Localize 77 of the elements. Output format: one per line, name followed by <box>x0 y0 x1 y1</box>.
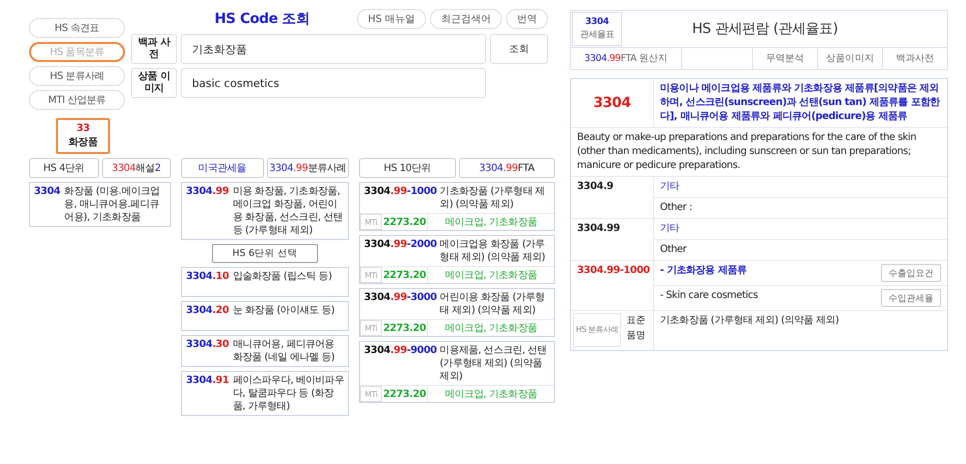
tariff-title: HS 관세편람 (관세율표) <box>691 20 839 39</box>
field-label: 백과 사전 <box>131 34 177 64</box>
hs-code: 3304.99 <box>186 185 229 199</box>
code-item[interactable]: 3304.30 매니큐어용, 페디큐어용 화장품 (네일 에나멜 등) <box>181 335 349 367</box>
mti-category: 메이크업, 기초화장품 <box>444 388 538 402</box>
mti-category: 메이크업, 기초화장품 <box>444 322 538 336</box>
code-description: 어린이용 화장품 (가루형태 제외) (의약품 제외) <box>440 291 546 317</box>
select-button[interactable]: HS 6단위 선택 <box>212 244 318 263</box>
code-description: 화장품 (미용.메이크업용, 매니큐어용.페디큐어용), 기초화장품 <box>64 185 161 224</box>
standard-name-label: 표준품명 <box>625 314 647 343</box>
code-description: 눈 화장품 (아이섀도 등) <box>232 304 334 318</box>
code-item[interactable]: 3304.99 미용 화장품, 기초화장품, 메이크업 화장품, 어린이용 화장품, 선스크린, 선탠 등 (가루형태 제외) <box>181 182 349 240</box>
hs-code: 3304.99-2000 <box>364 238 437 252</box>
column-tab[interactable]: 3304.99분류사례 <box>266 158 349 178</box>
mti-code: 2273.20 <box>382 320 428 336</box>
nav-tab[interactable]: HS 속견표 <box>29 18 125 38</box>
column-tab[interactable]: HS 10단위 <box>359 158 456 178</box>
code-description: 기초화장품 (가루형태 제외) (의약품 제외) <box>440 185 546 211</box>
korean-description: - 기초화장용 제품류 <box>660 264 747 278</box>
column-tab[interactable]: 3304해설2 <box>102 158 171 178</box>
hs-code: 3304.20 <box>186 304 229 318</box>
mti-code: 2273.20 <box>382 214 428 230</box>
tariff-code-box[interactable]: 3304 관세율표 <box>572 12 622 46</box>
nav-tab[interactable]: HS 분류사례 <box>29 66 125 86</box>
search-field[interactable]: 기초화장품 <box>181 34 486 64</box>
tariff-tab[interactable]: 백과사전 <box>882 48 947 69</box>
english-description: Other : <box>660 201 692 215</box>
heading-code: 3304 <box>593 96 631 110</box>
search-button[interactable]: 조회 <box>490 34 548 64</box>
korean-description: 미용이나 메이크업용 제품류와 기초화장용 제품류[의약품은 제외하며, 선스크린(sunscreen)과 선탠(sun tan) 제품류를 포함한다], 매니큐어용 제품류와 페디큐어(pedicure)용 제품류 <box>660 82 941 124</box>
header-button[interactable]: 최근검색어 <box>430 9 502 29</box>
hs-code: 3304.91 <box>186 374 229 388</box>
header-button[interactable]: 번역 <box>506 9 548 29</box>
column-tab[interactable]: 3304.99FTA <box>458 158 555 178</box>
subheading-code: 3304.99 <box>577 222 620 236</box>
chapter-badge[interactable]: 33 화장품 <box>56 118 110 154</box>
code-item[interactable]: 3304 화장품 (미용.메이크업용, 매니큐어용.페디큐어용), 기초화장품 <box>29 182 171 227</box>
english-description: Beauty or make-up preparations and preparations for the care of the skin (other than medicaments), including sunscreen or sun tan preparations; manicure or pedicure preparations. <box>577 131 918 173</box>
code-description: 페이스파우다, 베이비파우다, 탈쿰파우다 등 (화장품, 가루형태) <box>232 374 344 413</box>
hs-code: 3304 <box>34 185 60 199</box>
code-description: 입술화장품 (립스틱 등) <box>232 270 332 284</box>
hs-code: 3304.99-3000 <box>364 291 437 305</box>
mti-code: 2273.20 <box>382 386 428 402</box>
fta-tab[interactable]: 3304.99FTA 원산지 <box>571 48 681 69</box>
page-title: HS Code 조회 <box>213 10 310 28</box>
search-field[interactable]: basic cosmetics <box>181 68 486 98</box>
code-item[interactable]: 3304.10 입술화장품 (립스틱 등) <box>181 267 349 297</box>
tariff-tab[interactable]: 무역분석 <box>752 48 817 69</box>
hs-code: 3304.10 <box>186 270 229 284</box>
hs-code: 3304.99-9000 <box>364 344 437 358</box>
column-tab[interactable]: 미국관세율 <box>181 158 264 178</box>
code-description: 미용 화장품, 기초화장품, 메이크업 화장품, 어린이용 화장품, 선스크린, 선탠 등 (가루형태 제외) <box>232 185 344 237</box>
tariff-tab[interactable]: 상품이미지 <box>817 48 882 69</box>
column-tab[interactable]: HS 4단위 <box>29 158 98 178</box>
korean-description: 기타 <box>660 222 680 236</box>
code-item[interactable]: 3304.91 페이스파우다, 베이비파우다, 탈쿰파우다 등 (화장품, 가루형태) <box>181 371 349 416</box>
duty-button[interactable]: 수입관세율 <box>881 289 941 307</box>
mti-code: 2273.20 <box>382 267 428 283</box>
requirement-button[interactable]: 수출입요건 <box>881 264 941 282</box>
code-description: 메이크업용 화장품 (가루형태 제외) (의약품 제외) <box>440 238 546 264</box>
cases-button[interactable]: HS 분류사례 <box>573 313 621 347</box>
mti-category: 메이크업, 기초화장품 <box>444 269 538 283</box>
header-button[interactable]: HS 매뉴얼 <box>356 9 426 29</box>
code-item[interactable]: 3304.20 눈 화장품 (아이섀도 등) <box>181 301 349 331</box>
english-description: - Skin care cosmetics <box>660 289 758 303</box>
code-description: 매니큐어용, 페디큐어용 화장품 (네일 에나멜 등) <box>232 338 336 364</box>
subheading-code: 3304.9 <box>577 180 614 194</box>
hs-code: 3304.99-1000 <box>364 185 437 199</box>
field-label: 상품 이미지 <box>131 68 177 98</box>
korean-description: 기타 <box>660 180 680 194</box>
code-description: 미용제품, 선스크린, 선탠 (가루형태 제외) (의약품 제외) <box>440 344 548 383</box>
standard-name: 기초화장품 (가루형태 제외) (의약품 제외) <box>660 314 839 328</box>
subheading-code: 3304.99-1000 <box>577 264 650 278</box>
english-description: Other <box>660 243 686 257</box>
hs-code: 3304.30 <box>186 338 229 352</box>
mti-category: 메이크업, 기초화장품 <box>444 216 538 230</box>
nav-tab[interactable]: MTI 산업분류 <box>29 90 125 110</box>
